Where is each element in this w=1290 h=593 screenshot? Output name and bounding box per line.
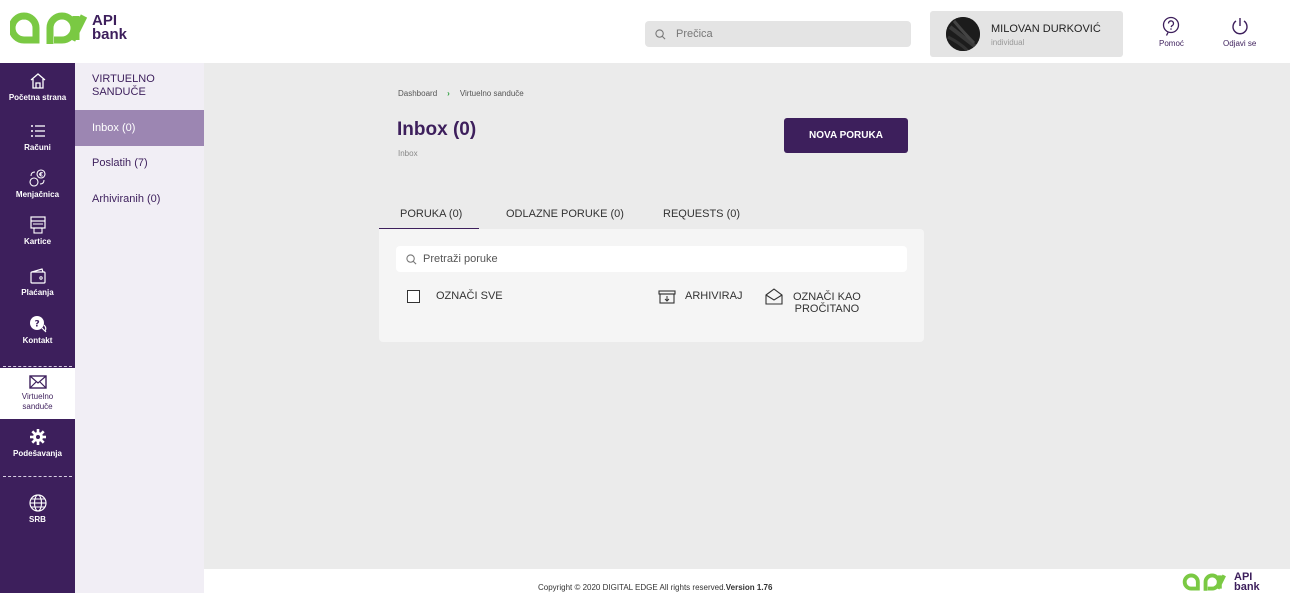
envelope-icon <box>28 375 47 389</box>
nav-cards[interactable]: Kartice <box>0 215 75 246</box>
subnav-item-sent[interactable]: Poslatih (7) <box>75 145 204 181</box>
subnav-title: VIRTUELNO SANDUČE <box>92 73 155 98</box>
avatar-image-icon <box>946 17 980 51</box>
nav-language[interactable]: SRB <box>0 493 75 524</box>
select-all-label: OZNAČI SVE <box>436 290 503 302</box>
power-icon <box>1231 18 1248 35</box>
nav-divider <box>3 476 72 477</box>
logo-text-bank: bank <box>92 26 128 43</box>
nav-accounts-label: Računi <box>24 143 51 152</box>
help-label: Pomoć <box>1159 39 1184 48</box>
gear-icon <box>29 429 46 445</box>
breadcrumb-separator: › <box>447 89 450 98</box>
footer-logo-text: API bank <box>1234 572 1260 593</box>
tab-messages[interactable]: PORUKA (0) <box>379 200 479 230</box>
breadcrumb-current: Virtuelno sanduče <box>459 89 524 98</box>
logout-button[interactable]: Odjavi se <box>1223 16 1256 48</box>
nav-payments-label: Plaćanja <box>21 288 54 297</box>
search-icon <box>655 28 666 39</box>
mark-read-label-line1: OZNAČI KAO <box>793 291 861 303</box>
mark-read-button[interactable]: OZNAČI KAO PROČITANO <box>764 287 861 315</box>
globe-icon <box>28 494 47 512</box>
logout-label: Odjavi se <box>1223 39 1257 48</box>
user-name: MILOVAN DURKOVIĆ <box>991 23 1101 35</box>
select-all-checkbox[interactable] <box>407 290 420 303</box>
nav-accounts[interactable]: Računi <box>0 121 75 152</box>
mailbox-subnav: VIRTUELNO SANDUČE Inbox (0) Poslatih (7)… <box>75 63 204 593</box>
footer-logo-text-bank: bank <box>1234 581 1260 593</box>
archive-button[interactable]: ARHIVIRAJ <box>658 290 742 304</box>
nav-contact[interactable]: ? Kontakt <box>0 314 75 345</box>
shortcut-search[interactable] <box>645 21 911 47</box>
user-profile[interactable]: MILOVAN DURKOVIĆ individual <box>930 11 1123 57</box>
nav-payments[interactable]: Plaćanja <box>0 266 75 297</box>
shortcut-search-input[interactable] <box>676 28 876 40</box>
api-logo-mark-icon <box>10 12 88 44</box>
nav-cards-label: Kartice <box>23 237 52 246</box>
avatar <box>946 17 980 51</box>
nav-contact-label: Kontakt <box>22 336 53 345</box>
nav-divider <box>3 366 72 367</box>
select-all-action[interactable]: OZNAČI SVE <box>407 290 503 303</box>
nav-mailbox[interactable]: Virtuelno sanduče <box>0 368 75 419</box>
page-title: Inbox (0) <box>397 119 477 140</box>
nav-home-label: Početna strana <box>8 93 67 102</box>
tab-outgoing[interactable]: ODLAZNE PORUKE (0) <box>506 200 624 230</box>
footer: Copyright © 2020 DIGITAL EDGE All rights… <box>204 569 1290 593</box>
message-search[interactable] <box>396 246 907 272</box>
help-button[interactable]: Pomoć <box>1159 16 1184 48</box>
user-type: individual <box>991 38 1025 47</box>
svg-text:€: € <box>38 172 43 179</box>
wallet-icon <box>29 268 46 284</box>
breadcrumb: Dashboard › Virtuelno sanduče <box>398 89 524 98</box>
copyright-label: Copyright © 2020 DIGITAL EDGE All rights… <box>538 583 726 592</box>
nav-language-label: SRB <box>29 515 46 524</box>
new-message-button[interactable]: NOVA PORUKA <box>784 118 908 153</box>
footer-logo: API bank <box>1180 571 1260 593</box>
svg-text:?: ? <box>34 320 39 330</box>
tab-requests[interactable]: REQUESTS (0) <box>663 200 740 230</box>
subnav-item-archived[interactable]: Arhiviranih (0) <box>75 181 204 217</box>
nav-mailbox-label: Virtuelno sanduče <box>21 392 54 411</box>
copyright-text: Copyright © 2020 DIGITAL EDGE All rights… <box>538 583 772 592</box>
page-subtitle: Inbox <box>398 149 418 158</box>
mark-read-label-line2: PROČITANO <box>794 303 860 315</box>
subnav-item-inbox[interactable]: Inbox (0) <box>75 110 204 146</box>
nav-home[interactable]: Početna strana <box>0 71 75 102</box>
main-sidebar: Početna strana Računi € Menjačnica Karti… <box>0 63 75 593</box>
version-label: Version 1.76 <box>725 583 773 592</box>
top-header: API bank MILOVAN DURKOVIĆ individual <box>0 0 1290 63</box>
archive-label: ARHIVIRAJ <box>685 290 743 302</box>
logo-text: API bank <box>92 13 128 43</box>
mark-read-label: OZNAČI KAO PROČITANO <box>793 291 861 315</box>
breadcrumb-dashboard[interactable]: Dashboard <box>398 89 437 98</box>
messages-panel: OZNAČI SVE ARHIVIRAJ OZNAČI KAO PROČITAN… <box>379 229 924 342</box>
help-icon <box>1163 16 1180 36</box>
api-bank-logo[interactable]: API bank <box>10 8 127 48</box>
currency-exchange-icon: € <box>28 169 46 187</box>
nav-settings-label: Podešavanja <box>13 449 62 458</box>
home-icon <box>30 73 45 89</box>
nav-exchange[interactable]: € Menjačnica <box>0 168 75 199</box>
search-icon <box>406 253 417 264</box>
nav-exchange-label: Menjačnica <box>15 190 60 199</box>
open-envelope-icon <box>765 288 783 305</box>
message-search-input[interactable] <box>423 253 823 265</box>
cards-icon <box>29 216 46 234</box>
nav-settings[interactable]: Podešavanja <box>0 427 75 458</box>
archive-box-icon <box>658 290 676 304</box>
contact-bubble-icon: ? <box>29 316 46 333</box>
list-icon <box>30 125 45 137</box>
api-logo-mark-icon <box>1182 573 1226 591</box>
